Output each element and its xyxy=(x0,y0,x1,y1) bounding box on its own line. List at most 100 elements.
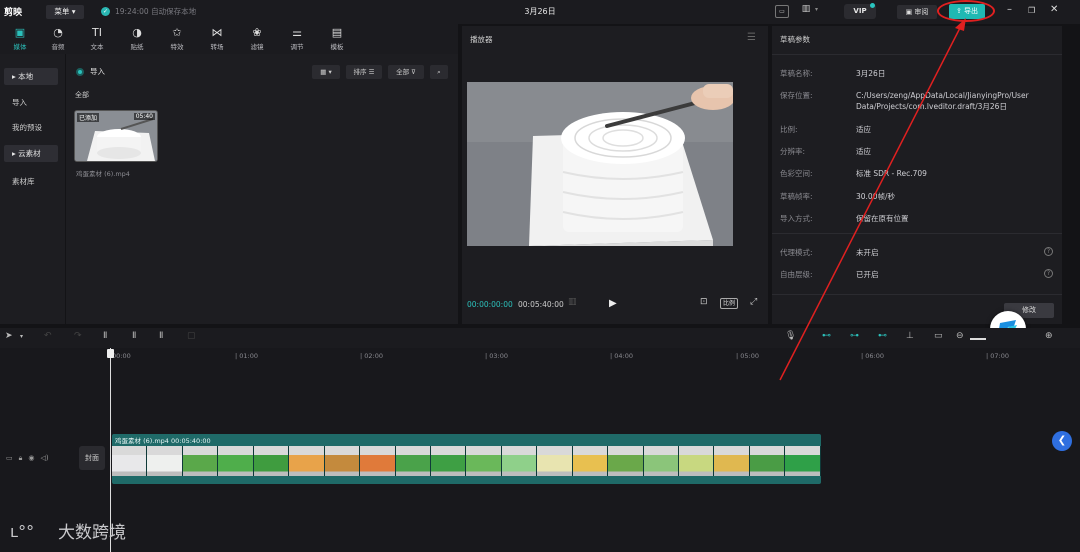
clip-frame xyxy=(218,446,254,476)
sidebar-item-library[interactable]: 素材库 xyxy=(4,173,58,190)
sidebar-item-import[interactable]: 导入 xyxy=(4,94,58,111)
app-logo: 剪映 xyxy=(4,8,23,18)
cover-button[interactable]: 封面 xyxy=(79,446,105,470)
tool-transition[interactable]: ⋈ 转场 xyxy=(197,26,237,51)
sort-button[interactable]: 排序 ☰ xyxy=(346,65,382,79)
param-value: 已开启 xyxy=(856,270,879,279)
clip-frame xyxy=(714,446,750,476)
check-icon: ✓ xyxy=(101,7,110,16)
sidebar-item-presets[interactable]: 我的预设 xyxy=(4,119,58,136)
tool-effects[interactable]: ✩ 特效 xyxy=(157,26,197,51)
help-icon[interactable]: ? xyxy=(1044,269,1053,278)
adjust-icon: ⚌ xyxy=(292,26,302,39)
tool-label: 调节 xyxy=(290,43,304,51)
track-controls: ▭ 🔒︎ ◉ ◁) xyxy=(6,454,49,463)
ruler-label: | 06:00 xyxy=(861,352,884,360)
vip-badge-icon xyxy=(870,3,875,8)
eye-icon[interactable]: ◉ xyxy=(28,454,34,463)
snap-icon[interactable]: ⊶ xyxy=(850,331,859,341)
split-left-icon[interactable]: Ⅱ xyxy=(132,331,136,341)
delete-icon[interactable]: ▢ xyxy=(187,331,196,341)
ruler-label: | 07:00 xyxy=(986,352,1009,360)
track-cover-icon[interactable]: ▭ xyxy=(6,454,13,463)
divider xyxy=(772,294,1062,295)
player-title: 播放器 xyxy=(470,35,493,44)
sticker-icon: ◑ xyxy=(132,26,142,39)
search-icon[interactable]: ⌕ xyxy=(430,65,448,79)
close-icon[interactable]: ✕ xyxy=(1050,4,1058,15)
watermark-logo: ʟ°° xyxy=(10,522,34,541)
divider xyxy=(772,233,1062,234)
tool-template[interactable]: ▤ 模板 xyxy=(317,26,357,51)
added-badge: 已添加 xyxy=(77,113,100,122)
microphone-icon[interactable]: 🎙 xyxy=(785,331,796,341)
help-icon[interactable]: ? xyxy=(1044,247,1053,256)
split-icon[interactable]: Ⅱ xyxy=(103,331,107,341)
redo-icon[interactable]: ↷ xyxy=(74,331,82,341)
import-button[interactable]: 导入 xyxy=(76,66,105,77)
clip-frame xyxy=(466,446,502,476)
keyboard-icon[interactable]: ▭ xyxy=(775,5,789,18)
ruler-label: | 04:00 xyxy=(610,352,633,360)
tool-text[interactable]: TI 文本 xyxy=(77,26,117,51)
link-icon[interactable]: ⊷ xyxy=(822,331,831,341)
linkage-icon[interactable]: ⊷ xyxy=(878,331,887,341)
tool-label: 文本 xyxy=(90,43,104,51)
media-icon: ▣ xyxy=(14,26,26,39)
sidebar-item-cloud[interactable]: ▸ 云素材 xyxy=(4,145,58,162)
clip-frame xyxy=(430,446,467,476)
media-thumbnail[interactable]: 已添加 05:40 xyxy=(74,110,158,162)
param-value: 适应 xyxy=(856,125,871,134)
timeline: 00:00 | 01:00 | 02:00 | 03:00 | 04:00 | … xyxy=(0,348,1080,552)
filter-button[interactable]: 全部 ⊽ xyxy=(388,65,424,79)
tool-sticker[interactable]: ◑ 贴纸 xyxy=(117,26,157,51)
highlight-circle xyxy=(937,0,995,22)
param-label: 导入方式: xyxy=(780,214,813,223)
collapse-panel-icon[interactable]: ❮ xyxy=(1052,431,1072,451)
menu-button[interactable]: 菜单 ▾ xyxy=(46,5,84,19)
tool-adjust[interactable]: ⚌ 调节 xyxy=(277,26,317,51)
speaker-icon[interactable]: ◁) xyxy=(40,454,48,463)
caption-icon[interactable]: ▭ xyxy=(934,331,943,341)
view-toggle-button[interactable]: ▦ ▾ xyxy=(312,65,340,79)
zoom-slider[interactable] xyxy=(970,338,986,340)
layout-icon[interactable]: ▥ xyxy=(800,4,812,17)
player-menu-icon[interactable]: ☰ xyxy=(747,32,756,43)
playhead-handle[interactable] xyxy=(107,349,114,358)
waveform-icon[interactable]: ▥ xyxy=(568,297,577,307)
param-label: 自由层级: xyxy=(780,270,813,279)
sidebar-item-local[interactable]: ▸ 本地 xyxy=(4,68,58,85)
video-preview[interactable] xyxy=(467,82,733,246)
param-value: 30.00帧/秒 xyxy=(856,192,895,201)
tool-media[interactable]: ▣ 媒体 xyxy=(0,26,40,51)
preview-axis-icon[interactable]: ⊥ xyxy=(906,331,914,341)
lock-icon[interactable]: 🔒︎ xyxy=(19,454,23,463)
split-right-icon[interactable]: Ⅱ xyxy=(159,331,163,341)
undo-icon[interactable]: ↶ xyxy=(44,331,52,341)
minimize-icon[interactable]: – xyxy=(1007,4,1012,15)
tool-filter[interactable]: ❀ 滤镜 xyxy=(237,26,277,51)
fullscreen-preview-icon[interactable]: ⊡ xyxy=(700,297,708,307)
maximize-icon[interactable]: ❐ xyxy=(1028,6,1035,15)
play-button[interactable]: ▶ xyxy=(609,298,617,309)
ruler-label: | 02:00 xyxy=(360,352,383,360)
effects-icon: ✩ xyxy=(172,26,182,39)
ratio-button[interactable]: 比例 xyxy=(720,298,739,309)
layout-dropdown-icon[interactable]: ▾ xyxy=(815,6,818,13)
tool-label: 滤镜 xyxy=(250,43,264,51)
tool-audio[interactable]: ◔ 音频 xyxy=(38,26,78,51)
zoom-in-icon[interactable]: ⊕ xyxy=(1045,331,1053,341)
select-dropdown-icon[interactable]: ▾ xyxy=(20,333,23,340)
review-button[interactable]: ▣ 审阅 xyxy=(897,5,937,19)
text-icon: TI xyxy=(92,26,102,39)
select-tool-icon[interactable]: ➤ xyxy=(5,331,13,341)
expand-icon[interactable]: ⤢ xyxy=(750,297,757,307)
ruler-label: 00:00 xyxy=(112,352,131,360)
thumb-filename: 鸡蛋素材 (6).mp4 xyxy=(76,170,130,178)
param-label: 草稿帧率: xyxy=(780,192,813,201)
zoom-out-icon[interactable]: ⊖ xyxy=(956,331,964,341)
clip-frame xyxy=(679,446,715,476)
clip-frame xyxy=(608,446,644,476)
param-value: 未开启 xyxy=(856,248,879,257)
video-clip[interactable]: 鸡蛋素材 (6).mp4 00:05:40:00 xyxy=(112,434,821,484)
